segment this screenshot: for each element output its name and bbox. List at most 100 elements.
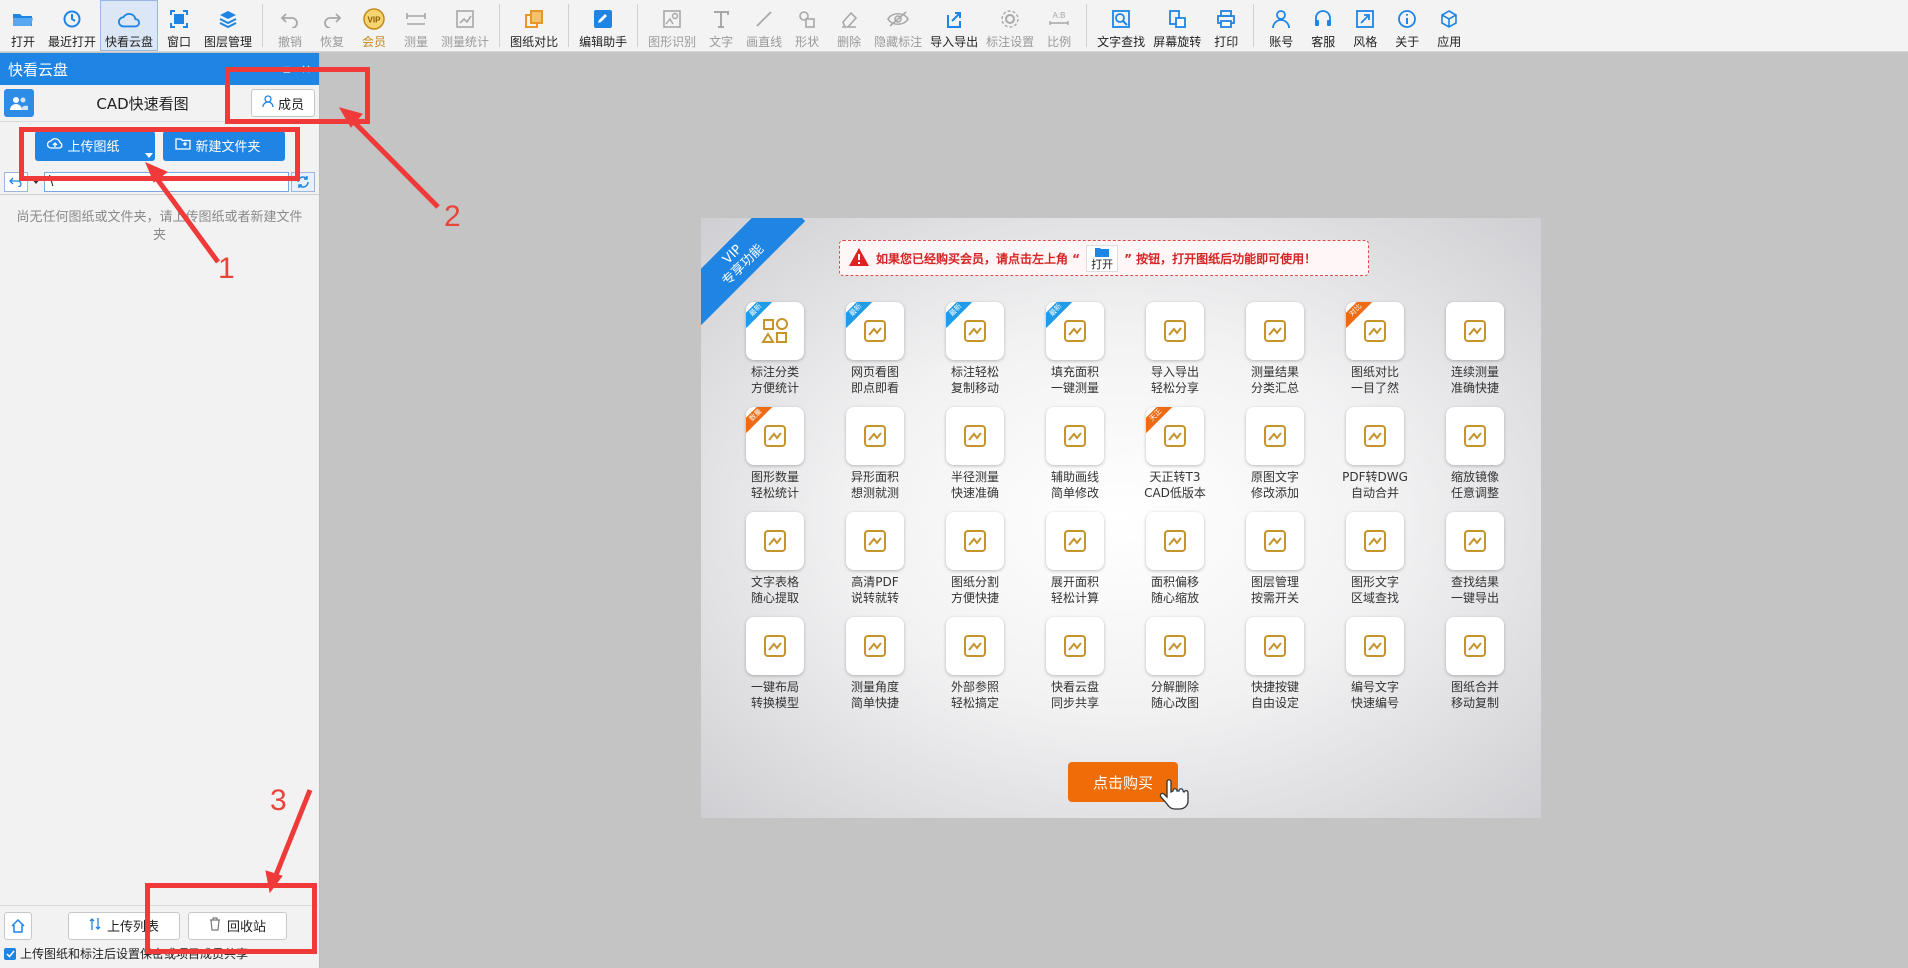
feature-item[interactable]: 编号文字 快速编号 — [1325, 617, 1425, 711]
feature-item[interactable]: 快捷按键 自由设定 — [1225, 617, 1325, 711]
feature-item[interactable]: 测量角度 简单快捷 — [825, 617, 925, 711]
feature-item[interactable]: 原图文字 修改添加 — [1225, 407, 1325, 501]
annotation-arrow-2 — [348, 116, 440, 209]
open-button[interactable]: 打开 — [2, 0, 44, 51]
feature-item[interactable]: 天正 天正转T3 CAD低版本 — [1125, 407, 1225, 501]
redo-button[interactable]: 恢复 — [311, 0, 353, 51]
feature-item[interactable]: 面积偏移 随心缩放 — [1125, 512, 1225, 606]
feature-item[interactable]: PDF转DWG 自动合并 — [1325, 407, 1425, 501]
vip-icon: VIP — [363, 8, 385, 30]
feature-label: 连续测量 准确快捷 — [1450, 365, 1499, 395]
app-cube-icon — [1438, 8, 1460, 30]
webpage-icon: 最新 — [846, 302, 904, 360]
feature-item[interactable]: 外部参照 轻松搞定 — [925, 617, 1025, 711]
feature-label: 一键布局 转换模型 — [750, 680, 799, 710]
hide-annotation-button[interactable]: 隐藏标注 — [870, 0, 926, 51]
window-button[interactable]: 窗口 — [158, 0, 200, 51]
account-button[interactable]: 账号 — [1260, 0, 1302, 51]
annotation-number-3: 3 — [270, 784, 287, 817]
draw-line-button[interactable]: 画直线 — [742, 0, 786, 51]
customer-service-button[interactable]: 客服 — [1302, 0, 1344, 51]
measure-stats-button[interactable]: 测量统计 — [437, 0, 493, 51]
feature-item[interactable]: 半径测量 快速准确 — [925, 407, 1025, 501]
scale-button[interactable]: A:B 比例 — [1038, 0, 1080, 51]
chart-summary-icon — [1246, 302, 1304, 360]
feature-item[interactable]: 最新 标注分类 方便统计 — [725, 302, 825, 396]
feature-item[interactable]: 最新 填充面积 一键测量 — [1025, 302, 1125, 396]
feature-item[interactable]: 图层管理 按需开关 — [1225, 512, 1325, 606]
style-button[interactable]: 风格 — [1344, 0, 1386, 51]
notice-text-pre: 如果您已经购买会员，请点击左上角 “ — [876, 251, 1081, 266]
feature-item[interactable]: 文字表格 随心提取 — [725, 512, 825, 606]
share-setting-checkbox[interactable] — [4, 947, 16, 960]
area-search-icon — [1346, 512, 1404, 570]
account-icon — [1270, 8, 1292, 30]
cloud-drive-label: 快看云盘 — [105, 35, 154, 49]
print-icon — [1215, 8, 1237, 30]
account-label: 账号 — [1269, 35, 1294, 49]
text-search-label: 文字查找 — [1097, 35, 1146, 49]
delete-button[interactable]: 删除 — [828, 0, 870, 51]
about-button[interactable]: 关于 — [1386, 0, 1428, 51]
print-button[interactable]: 打印 — [1205, 0, 1247, 51]
toolbar-separator — [568, 4, 570, 47]
panel-title: CAD快速看图 — [96, 94, 189, 113]
feature-item[interactable]: 缩放镜像 任意调整 — [1425, 407, 1525, 501]
feature-item[interactable]: 测量结果 分类汇总 — [1225, 302, 1325, 396]
window-label: 窗口 — [167, 35, 192, 49]
apps-button[interactable]: 应用 — [1428, 0, 1470, 51]
feature-item[interactable]: 辅助画线 简单修改 — [1025, 407, 1125, 501]
feature-item[interactable]: 最新 网页看图 即点即看 — [825, 302, 925, 396]
feature-item[interactable]: 异形面积 想测就测 — [825, 407, 925, 501]
feature-item[interactable]: 查找结果 一键导出 — [1425, 512, 1525, 606]
split-icon — [946, 512, 1004, 570]
panel-header-title: 快看云盘 — [8, 60, 69, 79]
window-icon — [168, 8, 190, 30]
group-users-icon[interactable] — [4, 89, 34, 117]
import-export-button[interactable]: 导入导出 — [926, 0, 982, 51]
undo-button[interactable]: 撤销 — [269, 0, 311, 51]
layer-manager-button[interactable]: 图层管理 — [200, 0, 256, 51]
feature-item[interactable]: 分解删除 随心改图 — [1125, 617, 1225, 711]
feature-item[interactable]: 展开面积 轻松计算 — [1025, 512, 1125, 606]
main-toolbar: 打开 最近打开 快看云盘 窗口 图层管理 撤销 恢复 VIP 会员 测量 测量统… — [0, 0, 1908, 52]
line-icon — [753, 8, 775, 30]
feature-item[interactable]: 快看云盘 同步共享 — [1025, 617, 1125, 711]
redo-icon — [321, 8, 343, 30]
screen-rotate-button[interactable]: 屏幕旋转 — [1149, 0, 1205, 51]
measure-button[interactable]: 测量 — [395, 0, 437, 51]
feature-item[interactable]: 连续测量 准确快捷 — [1425, 302, 1525, 396]
feature-item[interactable]: 对比 图纸对比 一目了然 — [1325, 302, 1425, 396]
text-button[interactable]: 文字 — [700, 0, 742, 51]
style-icon — [1354, 8, 1376, 30]
shape-button[interactable]: 形状 — [786, 0, 828, 51]
feature-label: 分解删除 随心改图 — [1150, 680, 1199, 710]
export-result-icon — [1446, 512, 1504, 570]
home-button[interactable] — [4, 911, 32, 940]
measure-stats-icon — [454, 8, 476, 30]
member-notice: 如果您已经购买会员，请点击左上角 “ 打开 ” 按钮，打开图纸后功能即可使用！ — [839, 240, 1369, 276]
feature-item[interactable]: 数量 图形数量 轻松统计 — [725, 407, 825, 501]
recent-open-label: 最近打开 — [48, 35, 97, 49]
feature-item[interactable]: 最新 标注轻松 复制移动 — [925, 302, 1025, 396]
edit-assistant-button[interactable]: 编辑助手 — [575, 0, 631, 51]
shape-recognize-button[interactable]: 图形识别 — [644, 0, 700, 51]
cloud-drive-button[interactable]: 快看云盘 — [100, 0, 159, 51]
feature-label: 缩放镜像 任意调整 — [1450, 470, 1499, 500]
feature-item[interactable]: 图纸合并 移动复制 — [1425, 617, 1525, 711]
vip-label: 会员 — [362, 35, 387, 49]
feature-label: 图纸分割 方便快捷 — [950, 575, 999, 605]
text-search-button[interactable]: 文字查找 — [1093, 0, 1149, 51]
feature-item[interactable]: 高清PDF 说转就转 — [825, 512, 925, 606]
drawing-compare-button[interactable]: 图纸对比 — [506, 0, 562, 51]
vip-button[interactable]: VIP 会员 — [353, 0, 395, 51]
feature-item[interactable]: 一键布局 转换模型 — [725, 617, 825, 711]
annotation-settings-button[interactable]: 标注设置 — [982, 0, 1038, 51]
feature-item[interactable]: 图形文字 区域查找 — [1325, 512, 1425, 606]
irregular-area-icon — [846, 407, 904, 465]
area-offset-icon — [1146, 512, 1204, 570]
feature-item[interactable]: 导入导出 轻松分享 — [1125, 302, 1225, 396]
annotation-box-1 — [19, 127, 300, 181]
feature-item[interactable]: 图纸分割 方便快捷 — [925, 512, 1025, 606]
recent-open-button[interactable]: 最近打开 — [44, 0, 100, 51]
